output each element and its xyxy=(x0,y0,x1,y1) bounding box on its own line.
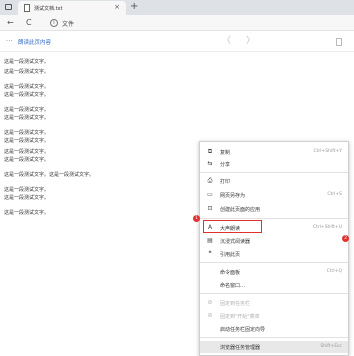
address-bar[interactable]: i 文件 xyxy=(50,18,350,28)
step-marker-2: 2 xyxy=(342,235,349,242)
close-icon[interactable]: × xyxy=(114,3,120,12)
name-window-icon xyxy=(206,281,214,289)
task-manager-icon xyxy=(206,343,214,351)
tab-actions-icon[interactable] xyxy=(4,3,13,12)
menu-item-label: 复制 xyxy=(220,150,231,156)
menu-item-share[interactable]: ⇆ 分享 xyxy=(200,158,348,170)
app-icon: ⊡ xyxy=(207,205,213,212)
reader-toolbar: ··· 朗读此页内容 〈 〉 xyxy=(0,32,354,52)
menu-item-label: 命名窗口… xyxy=(220,283,246,289)
menu-item-shortcut: Ctrl+S xyxy=(327,192,342,197)
pin-taskbar-icon: ⊘ xyxy=(207,299,213,306)
page-view-icon[interactable] xyxy=(336,38,342,46)
menu-item-label: 浏览器任务管理器 xyxy=(220,345,261,351)
menu-item-label: 固定到任务栏 xyxy=(220,301,251,307)
menu-item-pin-wizard[interactable]: 启动任务栏固定向导 xyxy=(200,323,348,335)
document-icon xyxy=(24,4,30,12)
menu-item-label: 引用此页 xyxy=(220,252,241,258)
menu-item-label: 启动任务栏固定向导 xyxy=(220,327,266,333)
highlight-box xyxy=(203,220,262,233)
text-line: 这是一段测试文字。 xyxy=(4,92,50,98)
menu-item-create-app[interactable]: ⊡ 创建此页面的应用 xyxy=(200,203,348,215)
read-aloud-button[interactable]: 朗读此页内容 xyxy=(18,38,51,46)
print-icon: ⎙ xyxy=(207,177,213,184)
menu-item-print[interactable]: ⎙ 打印 xyxy=(200,175,348,187)
text-line: 这是一段测试文字。 xyxy=(4,138,50,144)
refresh-icon[interactable]: C xyxy=(26,17,32,28)
text-line: 这是一段测试文字。 xyxy=(4,210,50,216)
menu-item-label: 打印 xyxy=(220,179,231,185)
share-icon: ⇆ xyxy=(207,160,213,167)
menu-item-label: 网页另存为 xyxy=(220,193,246,199)
copy-icon: ⧉ xyxy=(207,148,213,155)
text-line: 这是一段测试文字。 xyxy=(4,69,50,75)
wizard-icon xyxy=(206,325,214,333)
navigation-bar: ← C i 文件 xyxy=(0,15,354,31)
text-line: 这是一段测试文字。 xyxy=(4,157,50,163)
menu-separator xyxy=(200,337,348,338)
text-line: 这是一段测试文字。 xyxy=(4,115,50,121)
menu-item-shortcut: Ctrl+Shift+Y xyxy=(313,149,342,154)
menu-item-label: 命令面板 xyxy=(220,270,241,276)
menu-separator xyxy=(200,218,348,219)
menu-item-label: 沉浸式阅读器 xyxy=(220,239,251,245)
immersive-reader-icon: ▤ xyxy=(207,237,213,244)
pin-start-icon: ⊘ xyxy=(207,312,213,319)
text-line: 这是一段测试文字。这是一段测试文字。 xyxy=(4,172,95,178)
menu-item-immersive-reader[interactable]: ▤ 沉浸式阅读器 xyxy=(200,235,348,247)
tab-active[interactable]: 测试文档.txt × xyxy=(18,1,126,15)
menu-item-label: 分享 xyxy=(220,162,231,168)
menu-item-shortcut: Ctrl+Q xyxy=(326,269,342,274)
text-line: 这是一段测试文字。 xyxy=(4,149,50,155)
menu-separator xyxy=(200,172,348,173)
menu-item-label: 创建此页面的应用 xyxy=(220,207,261,213)
menu-item-cite[interactable]: ❝ 引用此页 xyxy=(200,248,348,260)
menu-item-command-palette[interactable]: 命令面板 Ctrl+Q xyxy=(200,266,348,278)
menu-item-name-window[interactable]: 命名窗口… xyxy=(200,279,348,291)
context-menu: ⧉ 复制 Ctrl+Shift+Y ⇆ 分享 ⎙ 打印 ▭ 网页另存为 Ctrl… xyxy=(199,141,349,356)
save-icon: ▭ xyxy=(207,191,213,198)
prev-page-icon[interactable]: 〈 xyxy=(222,36,231,46)
text-line: 这是一段测试文字。 xyxy=(4,195,50,201)
text-line: 这是一段测试文字。 xyxy=(4,130,50,136)
tab-strip: 测试文档.txt × + xyxy=(0,0,354,15)
menu-item-shortcut: Shift+Esc xyxy=(320,344,342,349)
more-icon[interactable]: ··· xyxy=(6,38,13,45)
step-marker-1: 1 xyxy=(193,215,200,222)
command-icon xyxy=(206,268,214,276)
menu-item-shortcut: Ctrl+Shift+U xyxy=(312,225,342,230)
menu-item-label: 固定到"开始"菜单 xyxy=(220,314,260,320)
text-line: 这是一段测试文字。 xyxy=(4,59,50,65)
menu-separator xyxy=(200,262,348,263)
text-line: 这是一段测试文字。 xyxy=(4,107,50,113)
menu-separator xyxy=(200,293,348,294)
menu-item-pin-start[interactable]: ⊘ 固定到"开始"菜单 xyxy=(200,310,348,322)
tab-title: 测试文档.txt xyxy=(34,6,63,12)
menu-item-copy[interactable]: ⧉ 复制 Ctrl+Shift+Y xyxy=(200,146,348,158)
address-text: 文件 xyxy=(62,21,75,28)
next-page-icon[interactable]: 〉 xyxy=(246,36,255,46)
new-tab-icon[interactable]: + xyxy=(130,1,138,13)
text-line: 这是一段测试文字。 xyxy=(4,84,50,90)
back-icon[interactable]: ← xyxy=(7,17,14,28)
quote-icon: ❝ xyxy=(208,250,212,257)
menu-item-save-as[interactable]: ▭ 网页另存为 Ctrl+S xyxy=(200,189,348,201)
text-line: 这是一段测试文字。 xyxy=(4,187,50,193)
info-icon[interactable]: i xyxy=(50,19,58,27)
menu-item-task-manager[interactable]: 浏览器任务管理器 Shift+Esc xyxy=(200,341,348,353)
menu-item-pin-taskbar[interactable]: ⊘ 固定到任务栏 xyxy=(200,297,348,309)
